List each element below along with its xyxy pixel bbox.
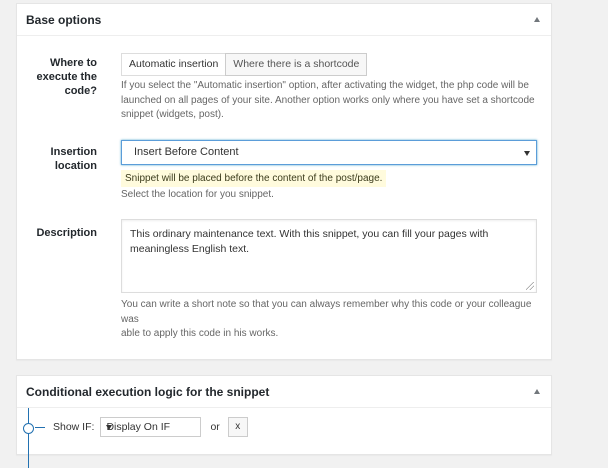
where-help-line-3: snippet (widgets, post). bbox=[121, 109, 224, 120]
execution-mode-toggle: Automatic insertion Where there is a sho… bbox=[121, 53, 368, 76]
base-options-panel: Base options Where to execute the code? … bbox=[16, 3, 552, 360]
or-label: or bbox=[210, 421, 220, 433]
description-help-line-2: able to apply this code in his works. bbox=[121, 328, 279, 339]
conditional-logic-title: Conditional execution logic for the snip… bbox=[26, 385, 270, 399]
condition-type-value: Display On IF bbox=[106, 421, 171, 433]
description-label: Description bbox=[36, 227, 97, 239]
description-help-text: You can write a short note so that you c… bbox=[121, 298, 541, 342]
collapse-arrow-icon[interactable] bbox=[532, 14, 542, 24]
condition-connector-line bbox=[28, 408, 29, 468]
base-options-title: Base options bbox=[26, 13, 102, 27]
insertion-location-value: Insert Before Content bbox=[134, 146, 239, 158]
description-textarea[interactable]: This ordinary maintenance text. With thi… bbox=[121, 219, 537, 293]
where-label-line-1: Where to bbox=[49, 57, 97, 69]
where-label-line-2: execute the bbox=[36, 71, 97, 83]
insertion-location-select[interactable]: Insert Before Content bbox=[121, 140, 537, 165]
where-label-line-3: code? bbox=[64, 85, 97, 97]
base-options-header[interactable]: Base options bbox=[17, 4, 551, 36]
insertion-location-label: Insertion location bbox=[51, 145, 97, 173]
condition-branch-line bbox=[35, 427, 45, 428]
dropdown-arrow-icon bbox=[524, 151, 530, 156]
conditional-logic-panel: Conditional execution logic for the snip… bbox=[16, 375, 552, 468]
insertion-notice: Snippet will be placed before the conten… bbox=[121, 170, 387, 187]
insertion-label-line-2: location bbox=[54, 160, 97, 172]
shortcode-button[interactable]: Where there is a shortcode bbox=[225, 53, 368, 76]
condition-node-icon bbox=[23, 423, 34, 434]
insertion-label-line-1: Insertion bbox=[50, 146, 97, 158]
where-help-text: If you select the "Automatic insertion" … bbox=[121, 79, 541, 123]
dropdown-arrow-icon bbox=[106, 425, 113, 430]
collapse-arrow-icon[interactable] bbox=[532, 386, 542, 396]
condition-type-select[interactable]: Display On IF bbox=[100, 417, 202, 437]
where-help-line-1: If you select the "Automatic insertion" … bbox=[121, 80, 529, 91]
description-text-line-1: This ordinary maintenance text. With thi… bbox=[130, 228, 489, 240]
where-to-execute-label: Where to execute the code? bbox=[36, 56, 97, 98]
conditional-logic-header[interactable]: Conditional execution logic for the snip… bbox=[17, 376, 551, 408]
resize-handle-icon[interactable] bbox=[526, 282, 534, 290]
description-text-line-2: meaningless English text. bbox=[130, 243, 250, 255]
insertion-help-text: Select the location for you snippet. bbox=[121, 189, 274, 200]
remove-condition-button[interactable]: x bbox=[227, 417, 248, 437]
automatic-insertion-button[interactable]: Automatic insertion bbox=[121, 53, 227, 76]
description-help-line-1: You can write a short note so that you c… bbox=[121, 299, 532, 325]
condition-row: Show IF: Display On IF or x bbox=[53, 417, 248, 437]
where-help-line-2: launched on all pages of your site. Anot… bbox=[121, 94, 535, 106]
show-if-label: Show IF: bbox=[53, 421, 95, 433]
